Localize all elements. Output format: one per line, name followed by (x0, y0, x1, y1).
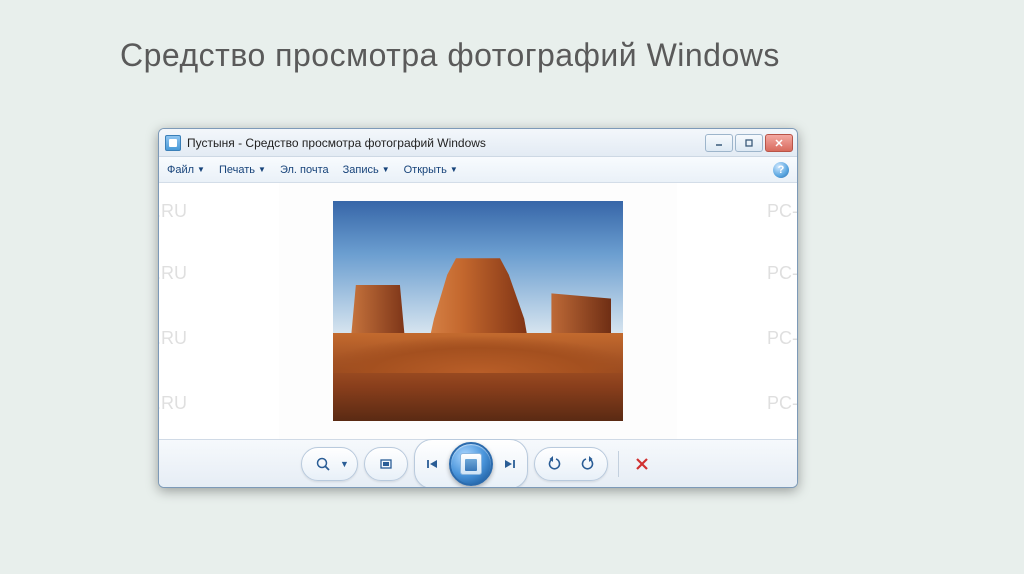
help-button[interactable]: ? (773, 162, 789, 178)
menu-email[interactable]: Эл. почта (280, 164, 329, 176)
image-viewport[interactable] (279, 183, 677, 439)
window-controls (705, 134, 793, 152)
menu-print[interactable]: Печать▼ (219, 164, 266, 176)
slide-heading: Средство просмотра фотографий Windows (120, 36, 780, 74)
menu-file[interactable]: Файл▼ (167, 164, 205, 176)
close-button[interactable] (765, 134, 793, 152)
maximize-button[interactable] (735, 134, 763, 152)
rotate-group (534, 447, 608, 481)
menu-burn[interactable]: Запись▼ (343, 164, 390, 176)
control-bar: ▼ (159, 439, 797, 487)
minimize-button[interactable] (705, 134, 733, 152)
slideshow-button[interactable] (449, 442, 493, 486)
left-margin: PC-Problems.RU PC-Problems.RU PC-Problem… (159, 183, 279, 439)
previous-button[interactable] (419, 451, 445, 477)
divider (618, 451, 619, 477)
slideshow-icon (460, 453, 482, 475)
watermark: PC-Problems.RU (159, 263, 187, 284)
fit-group (364, 447, 408, 481)
delete-button[interactable] (629, 451, 655, 477)
watermark: PC-Problems.RU (767, 201, 797, 222)
rotate-cw-button[interactable] (573, 451, 599, 477)
fit-to-window-button[interactable] (373, 451, 399, 477)
zoom-dropdown-icon[interactable]: ▼ (340, 459, 349, 469)
watermark: PC-Problems.RU (767, 328, 797, 349)
displayed-photo (333, 201, 623, 421)
photo-viewer-window: Пустыня - Средство просмотра фотографий … (158, 128, 798, 488)
next-button[interactable] (497, 451, 523, 477)
watermark: PC-Problems.RU (767, 263, 797, 284)
app-icon (165, 135, 181, 151)
menubar: Файл▼ Печать▼ Эл. почта Запись▼ Открыть▼… (159, 157, 797, 183)
zoom-button[interactable] (310, 451, 336, 477)
nav-group (414, 439, 528, 489)
window-title: Пустыня - Средство просмотра фотографий … (187, 136, 699, 150)
zoom-group: ▼ (301, 447, 358, 481)
watermark: PC-Problems.RU (159, 328, 187, 349)
titlebar[interactable]: Пустыня - Средство просмотра фотографий … (159, 129, 797, 157)
rotate-ccw-button[interactable] (543, 451, 569, 477)
menu-open[interactable]: Открыть▼ (404, 164, 458, 176)
content-area: PC-Problems.RU PC-Problems.RU PC-Problem… (159, 183, 797, 439)
watermark: PC-Problems.RU (767, 393, 797, 414)
watermark: PC-Problems.RU (159, 393, 187, 414)
right-margin: PC-Problems.RU PC-Problems.RU PC-Problem… (677, 183, 797, 439)
watermark: PC-Problems.RU (159, 201, 187, 222)
